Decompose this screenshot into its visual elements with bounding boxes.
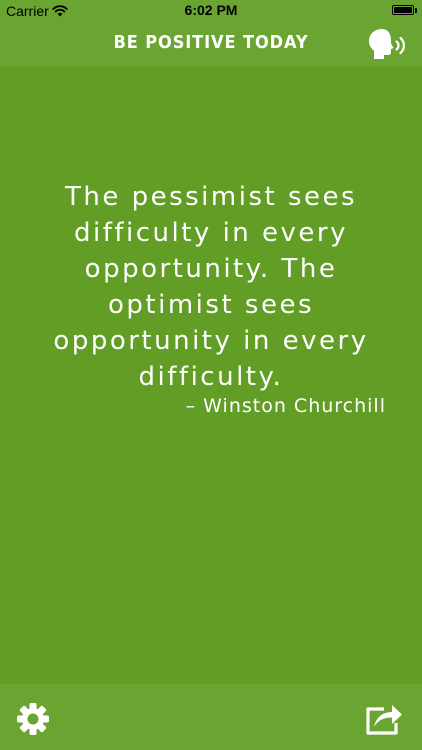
battery-icon	[392, 5, 414, 15]
quote-author: – Winston Churchill	[185, 395, 386, 417]
clock: 6:02 PM	[184, 2, 238, 18]
nav-bar: BE POSITIVE TODAY	[0, 22, 422, 66]
gear-icon[interactable]	[14, 702, 52, 736]
app-title: BE POSITIVE TODAY	[113, 32, 309, 53]
quote-text: The pessimist sees difficulty in every o…	[53, 182, 369, 392]
bottom-toolbar	[0, 684, 422, 750]
share-icon[interactable]	[364, 699, 404, 737]
speaking-head-icon[interactable]	[366, 25, 408, 63]
status-bar: Carrier 6:02 PM	[0, 0, 422, 22]
